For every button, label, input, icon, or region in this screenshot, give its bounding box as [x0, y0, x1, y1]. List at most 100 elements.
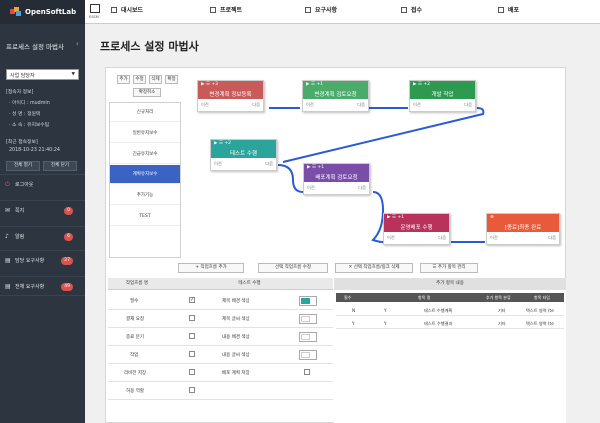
cell: N [352, 308, 356, 313]
connector[interactable] [282, 107, 485, 163]
edit-step-button[interactable]: 선택 작업흐름 수정 [258, 263, 328, 273]
menu-logout[interactable]: ⏻ 로그아웃 [0, 174, 85, 194]
add-step-button[interactable]: + 작업흐름 추가 [178, 263, 244, 273]
menu-all-requirements[interactable]: ▤ 전체 요구사항 49 [0, 276, 85, 296]
work-checkbox[interactable] [189, 351, 195, 357]
connector[interactable] [371, 191, 385, 243]
node-header: ▶ ☰ +2 테스트 수행 [211, 140, 276, 158]
node-step[interactable]: ▶ ☰ +2 개발 작업 이전 다음 [409, 80, 476, 112]
project-select[interactable]: 사업 담당자 ▼ [6, 69, 79, 80]
process-item[interactable]: 추가기능 [110, 186, 180, 205]
node-step[interactable]: ▶ ☰ +3 변경계획 정보등록 이전 다음 [197, 80, 264, 112]
color-picker[interactable] [299, 314, 317, 324]
deploy-plan-checkbox[interactable] [304, 369, 310, 375]
top-nav [85, 0, 600, 24]
process-item[interactable]: 일반유지보수 [110, 124, 180, 143]
nav-requirements[interactable]: 요구사항 [305, 5, 337, 14]
row-label: 종료 분기 [126, 335, 144, 340]
all-requirements-badge: 49 [61, 283, 73, 291]
edit-flow-button[interactable]: 수정 [133, 75, 146, 84]
add-flow-button[interactable]: 추가 [117, 75, 130, 84]
node-next-port[interactable]: 다음 [464, 102, 472, 108]
node-step[interactable]: ▶ ☰ +1 운영배포 수행 이전 다음 [383, 213, 450, 245]
delete-flow-button[interactable]: 삭제 [149, 75, 162, 84]
menu-alerts[interactable]: ♪ 알림 6 [0, 226, 85, 246]
manage-items-button[interactable]: ☰ 추가 항목 관리 [420, 263, 478, 273]
expand-all-button[interactable]: 전체 열기 [6, 161, 40, 171]
node-step[interactable]: ▶ ☰ +2 테스트 수행 이전 다음 [210, 139, 277, 171]
node-next-port[interactable]: 다음 [357, 102, 365, 108]
option-label: 내용 배경 색상 [222, 335, 250, 340]
node-next-port[interactable]: 다음 [438, 235, 446, 241]
node-title: 변경계획 정보등록 [209, 92, 252, 98]
extra-items-title: 추가 항목 내용 [334, 278, 566, 290]
row-label: 작업 [130, 353, 139, 358]
extra-item-row[interactable]: N Y 테스트 수행계획 기타 텍스트 영역 (te [336, 305, 564, 316]
node-prev-port[interactable]: 이전 [307, 185, 315, 191]
process-item[interactable]: 신규처리 [110, 103, 180, 122]
process-item[interactable]: TEST [110, 207, 180, 226]
color-picker[interactable] [299, 350, 317, 360]
node-step[interactable]: ▶ ☰ +1 배포계획 검토요청 이전 다음 [303, 163, 370, 195]
menu-my-requirements[interactable]: ▤ 담당 요구사항 27 [0, 250, 85, 270]
logo-text: OpenSoftLab [25, 8, 77, 16]
end-branch-checkbox[interactable] [189, 333, 195, 339]
cancel-confirm-button[interactable]: 확정취소 [133, 88, 161, 97]
node-header: ▶ ☰ +1 운영배포 수행 [384, 214, 449, 232]
recent-login-header: [최근 접속정보] [6, 140, 38, 145]
node-next-port[interactable]: 다음 [548, 235, 556, 241]
nav-label: 프로젝트 [220, 7, 243, 14]
node-tools-icon: ▶ ☰ +1 [306, 82, 323, 87]
node-next-port[interactable]: 다음 [358, 185, 366, 191]
node-prev-port[interactable]: 이전 [214, 161, 222, 167]
color-picker[interactable] [299, 296, 317, 306]
required-checkbox[interactable]: ✓ [189, 297, 195, 303]
node-header: ▶ ☰ +1 배포계획 검토요청 [304, 164, 369, 182]
delete-step-button[interactable]: ✕ 선택 작업흐름/링크 삭제 [335, 263, 413, 273]
revision-checkbox[interactable] [189, 369, 195, 375]
nav-project[interactable]: 프로젝트 [210, 5, 242, 14]
connector[interactable] [277, 164, 304, 193]
node-tools-icon: ▶ ☰ +1 [387, 215, 404, 220]
intake-icon [401, 7, 407, 13]
node-prev-port[interactable]: 이전 [490, 235, 498, 241]
node-tools-icon: ▶ ☰ +2 [413, 82, 430, 87]
node-end[interactable]: ⊗ [종료]최종 완료 이전 다음 [486, 213, 560, 245]
nav-dashboard[interactable]: 대시보드 [111, 5, 143, 14]
cell: Y [352, 321, 355, 326]
menu-messages[interactable]: ✉ 쪽지 0 [0, 200, 85, 220]
dashboard-icon [111, 7, 117, 13]
option-label: 배포 계획 저장 [222, 371, 250, 376]
node-prev-port[interactable]: 이전 [306, 102, 314, 108]
col-header: 항목 명 [418, 295, 431, 300]
end-icon: ⊗ [490, 215, 494, 220]
approval-checkbox[interactable] [189, 315, 195, 321]
node-step[interactable]: ▶ ☰ +1 변경계획 검토요청 이전 다음 [302, 80, 369, 112]
node-next-port[interactable]: 다음 [252, 102, 260, 108]
nav-intake[interactable]: 접수 [401, 5, 422, 14]
role-checkbox[interactable] [189, 387, 195, 393]
confirm-flow-button[interactable]: 확정 [165, 75, 178, 84]
process-item-selected[interactable]: 계획유지보수 [110, 165, 180, 184]
extra-item-row[interactable]: Y Y 테스트 수행결과 기타 텍스트 영역 (te [336, 318, 564, 329]
collapse-icon[interactable]: ‹ [76, 40, 79, 48]
node-prev-port[interactable]: 이전 [201, 102, 209, 108]
nav-deploy[interactable]: 배포 [498, 5, 519, 14]
process-item[interactable]: 긴급유지보수 [110, 145, 180, 164]
logout-icon: ⏻ [5, 181, 10, 188]
cell: 테스트 수행결과 [424, 321, 453, 326]
opensoftlab-logo-icon [10, 7, 21, 16]
color-picker[interactable] [299, 332, 317, 342]
grid-row: 결재 요청 제목 글씨 색상 [108, 310, 333, 328]
extra-items-header: 필수 항목 명 추가 항목 분류 항목 타입 [336, 293, 564, 302]
node-prev-port[interactable]: 이전 [387, 235, 395, 241]
node-next-port[interactable]: 다음 [265, 161, 273, 167]
home-icon[interactable] [90, 4, 100, 13]
collapse-all-button[interactable]: 전체 닫기 [43, 161, 77, 171]
cell: 텍스트 영역 (te [526, 308, 554, 313]
login-dept: · 소 속 : 유지보수팀 [9, 123, 50, 128]
node-prev-port[interactable]: 이전 [413, 102, 421, 108]
deploy-icon [498, 7, 504, 13]
option-label: 제목 글씨 색상 [222, 317, 250, 322]
cell: 테스트 수행계획 [424, 308, 453, 313]
